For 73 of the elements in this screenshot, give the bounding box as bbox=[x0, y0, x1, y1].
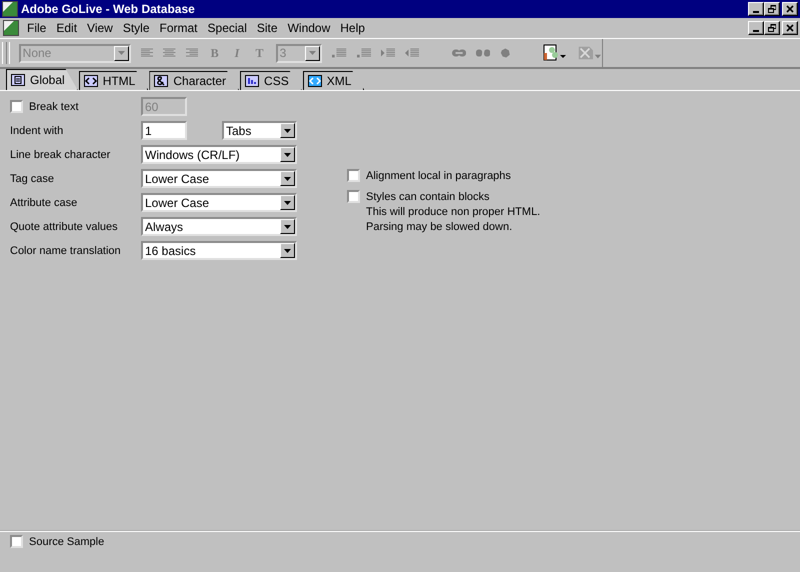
dropdown-arrow-icon bbox=[284, 176, 291, 180]
bulleted-list-icon[interactable] bbox=[356, 48, 371, 58]
document-icon[interactable] bbox=[3, 20, 19, 36]
align-left-icon[interactable] bbox=[141, 48, 154, 58]
field-label: Indent with bbox=[10, 124, 64, 136]
minimize-button[interactable] bbox=[748, 2, 764, 16]
window-title: Adobe GoLive - Web Database bbox=[21, 2, 196, 16]
option-label: Source Sample bbox=[29, 536, 104, 548]
dropdown-arrow-icon bbox=[284, 128, 291, 132]
option-label: Break text bbox=[29, 100, 79, 112]
setting-dropdown[interactable]: Lower Case bbox=[141, 193, 297, 212]
setting-dropdown[interactable]: Always bbox=[141, 217, 297, 236]
code-tag-icon bbox=[308, 75, 322, 87]
outdent-icon[interactable] bbox=[404, 48, 420, 58]
dropdown-arrow-icon bbox=[284, 248, 291, 252]
close-icon bbox=[786, 24, 794, 32]
menu-item[interactable]: Help bbox=[335, 21, 370, 35]
indent-field[interactable]: 1 bbox=[141, 121, 187, 140]
checkbox[interactable] bbox=[10, 535, 23, 548]
option-label: Alignment local in paragraphs bbox=[366, 170, 511, 182]
field-label: Line break character bbox=[10, 148, 112, 160]
tab[interactable]: Character bbox=[149, 71, 240, 90]
align-right-icon[interactable] bbox=[186, 48, 198, 58]
unlink-icon[interactable] bbox=[476, 48, 490, 58]
close-icon bbox=[786, 5, 794, 13]
minimize-button[interactable] bbox=[748, 21, 764, 35]
close-button[interactable] bbox=[782, 21, 798, 35]
menu-item[interactable]: View bbox=[82, 21, 118, 35]
app-icon bbox=[2, 1, 18, 17]
site-color-icon[interactable] bbox=[543, 44, 568, 62]
checkbox[interactable] bbox=[347, 190, 360, 203]
field-label: Quote attribute values bbox=[10, 220, 119, 232]
close-button[interactable] bbox=[782, 2, 798, 16]
code-tag-icon bbox=[84, 75, 98, 87]
dropdown-arrow-icon bbox=[284, 224, 291, 228]
note-text: This will produce non proper HTML. bbox=[365, 206, 540, 218]
page-icon bbox=[11, 74, 25, 86]
restore-button[interactable] bbox=[764, 2, 780, 16]
dropdown-arrow-icon bbox=[309, 51, 316, 55]
note-text: Parsing may be slowed down. bbox=[365, 221, 514, 233]
restore-icon bbox=[768, 24, 776, 32]
menu-item[interactable]: Edit bbox=[51, 21, 82, 35]
restore-icon bbox=[768, 5, 776, 13]
chart-icon bbox=[245, 75, 260, 87]
field-label: Attribute case bbox=[10, 196, 78, 208]
restore-button[interactable] bbox=[764, 21, 780, 35]
option-label: Styles can contain blocks bbox=[366, 190, 490, 202]
tab[interactable]: Global bbox=[6, 69, 78, 90]
unit-dropdown[interactable]: Tabs bbox=[222, 121, 297, 140]
menu-item[interactable]: Special bbox=[202, 21, 252, 35]
dropdown-arrow-icon bbox=[284, 152, 291, 156]
menu-item[interactable]: File bbox=[22, 21, 52, 35]
menu-item[interactable]: Style bbox=[118, 21, 155, 35]
menu-item[interactable]: Format bbox=[154, 21, 203, 35]
tab[interactable]: HTML bbox=[78, 71, 148, 90]
dropdown-arrow-icon bbox=[284, 200, 291, 204]
setting-dropdown[interactable]: 16 basics bbox=[141, 241, 297, 260]
field-label: Color name translation bbox=[10, 244, 122, 256]
menu-item[interactable]: Window bbox=[282, 21, 336, 35]
tab[interactable]: CSS bbox=[240, 71, 302, 90]
toolbar-grip[interactable] bbox=[2, 42, 7, 64]
checkbox[interactable] bbox=[347, 169, 360, 182]
link-icon[interactable] bbox=[452, 48, 466, 58]
numbered-list-icon[interactable] bbox=[332, 48, 347, 58]
align-center-icon[interactable] bbox=[163, 48, 176, 58]
field-label: Tag case bbox=[10, 172, 56, 184]
tab[interactable]: XML bbox=[302, 71, 364, 90]
setting-dropdown[interactable]: Windows (CR/LF) bbox=[141, 145, 297, 164]
menu-item[interactable]: Site bbox=[252, 21, 283, 35]
setting-dropdown[interactable]: Lower Case bbox=[141, 169, 297, 188]
ampersand-icon bbox=[154, 75, 168, 87]
indent-icon[interactable] bbox=[380, 48, 395, 58]
dropdown-arrow-icon bbox=[118, 51, 126, 55]
